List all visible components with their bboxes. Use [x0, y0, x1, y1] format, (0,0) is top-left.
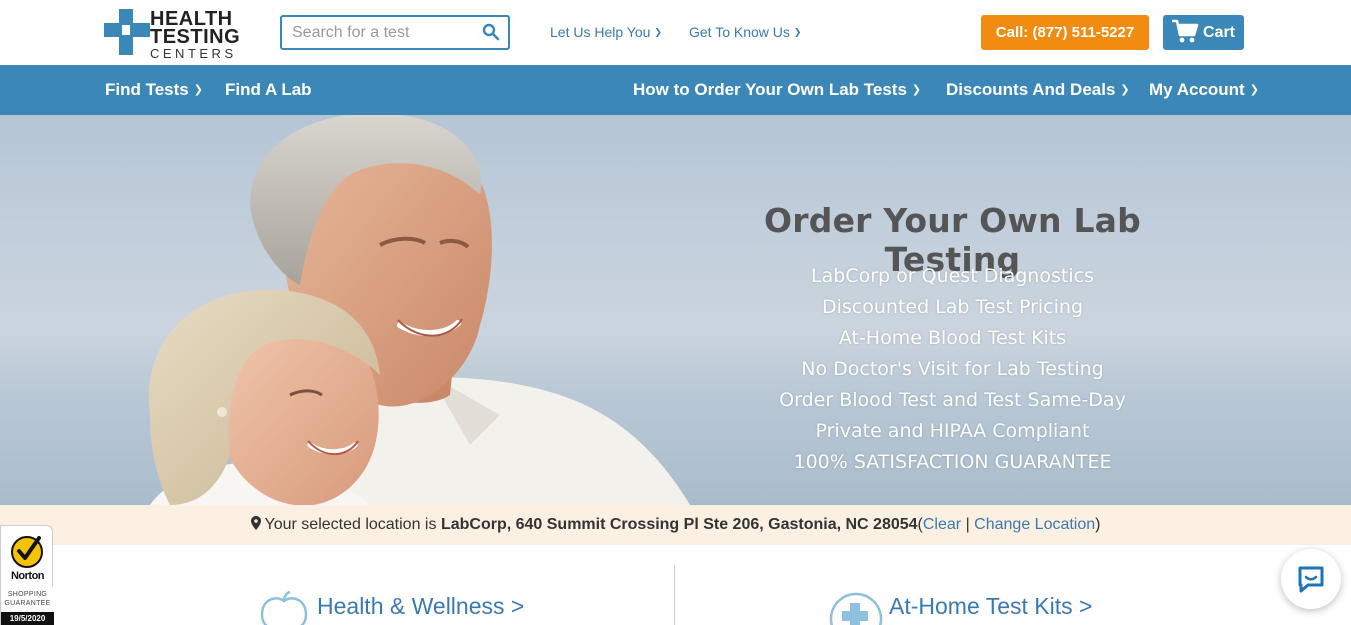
norton-guarantee-text: SHOPPING GUARANTEE	[1, 587, 54, 611]
hero-feature-item: 100% SATISFACTION GUARANTEE	[793, 451, 1112, 473]
logo-line-3: CENTERS	[150, 46, 237, 61]
cart-button[interactable]: Cart	[1163, 15, 1244, 50]
norton-guarantee-line: GUARANTEE	[4, 600, 51, 607]
cart-label: Cart	[1203, 24, 1236, 41]
map-pin-icon	[250, 516, 261, 530]
hero-feature-item: No Doctor's Visit for Lab Testing	[801, 358, 1104, 380]
location-bar: Your selected location is LabCorp, 640 S…	[0, 505, 1351, 545]
nav-find-a-lab-label: Find A Lab	[225, 80, 312, 99]
hero-feature-item: Private and HIPAA Compliant	[815, 420, 1090, 442]
logo-line-2: TESTING	[150, 26, 241, 48]
nav-find-tests-label: Find Tests	[105, 80, 189, 99]
top-header: HEALTH TESTING CENTERS Let Us Help You❯ …	[0, 0, 1351, 65]
search-box	[280, 15, 510, 50]
nav-my-account[interactable]: My Account ❯	[1149, 80, 1259, 100]
live-chat-button[interactable]	[1281, 549, 1341, 609]
cart-icon	[1172, 19, 1199, 43]
get-to-know-us-link[interactable]: Get To Know Us ❯	[689, 24, 801, 40]
location-separator: |	[965, 516, 970, 533]
main-nav: Find Tests ❯ Find A Lab How to Order Your…	[0, 65, 1351, 115]
nav-discounts-and-deals[interactable]: Discounts And Deals ❯	[946, 80, 1130, 100]
at-home-test-kits-link[interactable]: At-Home Test Kits >	[889, 593, 1092, 620]
nav-find-a-lab[interactable]: Find A Lab	[225, 80, 312, 100]
norton-brand: Norton	[10, 570, 45, 582]
search-input[interactable]	[282, 17, 472, 48]
chevron-down-icon: ❯	[1120, 84, 1130, 96]
hero-feature-item: LabCorp or Quest Diagnostics	[811, 265, 1094, 287]
norton-shopping-guarantee-badge[interactable]: Norton SHOPPING GUARANTEE 19/5/2020	[0, 525, 54, 625]
hero-feature-item: Discounted Lab Test Pricing	[821, 296, 1084, 318]
chat-bubble-icon	[1298, 566, 1324, 593]
hero-banner: Order Your Own Lab Testing LabCorp or Qu…	[0, 115, 1351, 505]
change-location-link[interactable]: Change Location	[974, 516, 1095, 533]
search-icon[interactable]	[482, 23, 500, 41]
let-us-help-you-link[interactable]: Let Us Help You ❯	[550, 24, 662, 40]
norton-check-icon	[11, 536, 43, 568]
get-to-know-us-label: Get To Know Us	[689, 24, 790, 40]
hero-couple-photo	[148, 115, 690, 505]
logo-text: HEALTH TESTING CENTERS	[150, 9, 270, 60]
nav-my-account-label: My Account	[1149, 80, 1245, 99]
test-kit-icon	[829, 592, 883, 625]
category-links: Health & Wellness > At-Home Test Kits >	[0, 545, 1351, 625]
category-divider	[674, 565, 675, 625]
let-us-help-you-label: Let Us Help You	[550, 24, 651, 40]
nav-how-to-order-label: How to Order Your Own Lab Tests	[633, 80, 907, 99]
chevron-down-icon: ❯	[654, 27, 662, 37]
chevron-down-icon: ❯	[193, 84, 203, 96]
chevron-down-icon: ❯	[911, 84, 922, 96]
nav-find-tests[interactable]: Find Tests ❯	[105, 80, 203, 100]
logo-cross-icon	[104, 9, 150, 55]
site-logo[interactable]: HEALTH TESTING CENTERS	[104, 9, 270, 60]
health-wellness-link[interactable]: Health & Wellness >	[317, 593, 524, 620]
chevron-down-icon: ❯	[1249, 84, 1259, 96]
norton-guarantee-line: SHOPPING	[7, 591, 48, 598]
hero-feature-list: LabCorp or Quest Diagnostics Discounted …	[700, 261, 1205, 478]
norton-date: 19/5/2020	[1, 612, 54, 625]
call-button[interactable]: Call: (877) 511-5227	[981, 15, 1149, 50]
nav-discounts-label: Discounts And Deals	[946, 80, 1116, 99]
location-close-paren: )	[1095, 516, 1101, 533]
apple-icon	[260, 591, 308, 625]
selected-location-name: LabCorp, 640 Summit Crossing Pl Ste 206,…	[440, 516, 918, 533]
chevron-down-icon: ❯	[793, 27, 802, 37]
nav-how-to-order[interactable]: How to Order Your Own Lab Tests ❯	[633, 80, 921, 100]
clear-location-link[interactable]: Clear	[923, 516, 961, 533]
hero-feature-item: At-Home Blood Test Kits	[838, 327, 1067, 349]
location-prefix: Your selected location is	[264, 516, 437, 533]
hero-feature-item: Order Blood Test and Test Same-Day	[779, 389, 1126, 411]
